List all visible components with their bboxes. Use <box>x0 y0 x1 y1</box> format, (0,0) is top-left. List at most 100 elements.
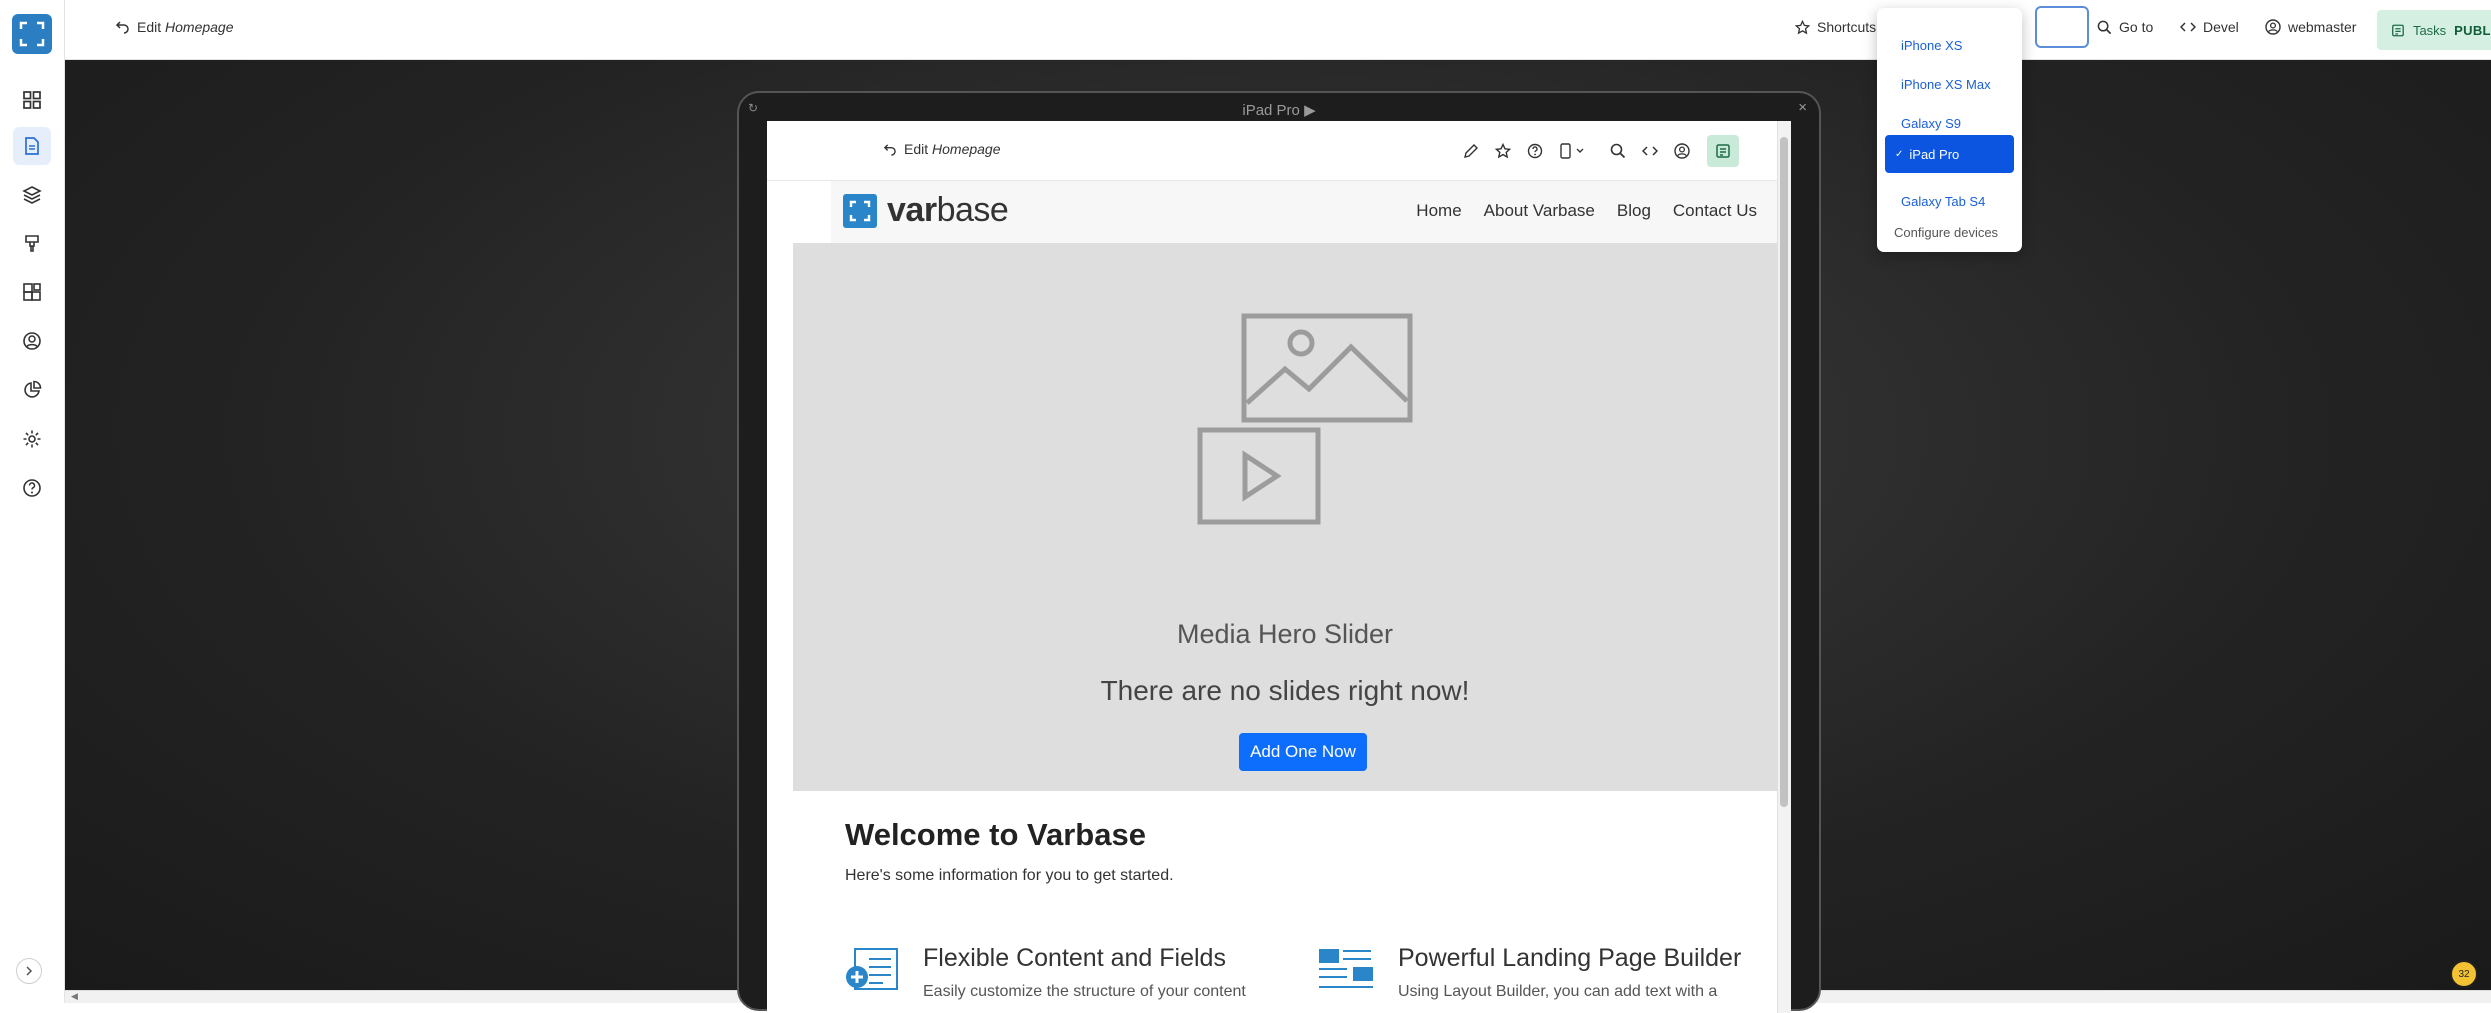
device-title[interactable]: iPad Pro ▶ <box>739 101 1819 119</box>
goto-label: Go to <box>2119 19 2154 35</box>
sidebar-item-structure[interactable] <box>13 176 51 214</box>
notification-badge[interactable]: 32 <box>2450 960 2478 988</box>
sidebar-item-help[interactable] <box>13 469 51 507</box>
device-frame: ↻ iPad Pro ▶ × Edit Homepage varbase Hom… <box>737 91 1821 1013</box>
varbase-logo[interactable] <box>12 14 52 54</box>
structure-icon <box>22 186 42 204</box>
tasks-icon <box>2392 24 2404 36</box>
chevron-right-icon <box>26 966 33 976</box>
brand-name-bold: var <box>887 191 937 229</box>
device-option-iphone-xs[interactable]: iPhone XS <box>1885 26 2014 64</box>
checkmark-icon: ✓ <box>1895 148 1904 160</box>
flexible-content-icon <box>846 948 898 990</box>
back-arrow-icon <box>115 21 129 34</box>
search-icon <box>2097 20 2112 34</box>
tasks-label: Tasks <box>2412 22 2447 38</box>
feature-title-landing: Powerful Landing Page Builder <box>1398 944 1742 972</box>
edit-prefix: Edit <box>137 19 162 35</box>
inner-toolbar: Edit Homepage <box>767 121 1777 181</box>
code-icon <box>2180 22 2196 32</box>
scroll-left-icon[interactable]: ◀ <box>71 991 78 1002</box>
hero-title: Media Hero Slider <box>1176 619 1394 649</box>
configure-devices-link[interactable]: Configure devices <box>1894 225 1998 240</box>
inner-edit-homepage-link[interactable]: Edit Homepage <box>883 141 1001 157</box>
nav-blog[interactable]: Blog <box>1617 201 1651 221</box>
hero-subtitle: There are no slides right now! <box>1100 675 1470 706</box>
help-icon <box>23 479 41 497</box>
add-one-now-button[interactable]: Add One Now <box>1239 733 1367 771</box>
brand-name: varbase <box>887 191 1009 230</box>
device-name: iPad Pro <box>1242 102 1300 119</box>
shortcuts-label: Shortcuts <box>1817 19 1877 35</box>
admin-sidebar <box>0 0 65 1003</box>
reports-icon <box>24 380 42 398</box>
tasks-button[interactable]: Tasks PUBLISHED <box>2377 10 2491 50</box>
feature-desc-landing: Using Layout Builder, you can add text w… <box>1398 983 1718 1000</box>
device-dropdown-menu: iPhone XS iPhone XS Max Galaxy S9 ✓ iPad… <box>1877 8 2022 252</box>
welcome-title: Welcome to Varbase <box>845 817 1146 852</box>
expand-sidebar-button[interactable] <box>16 958 42 984</box>
inner-scroll-thumb[interactable] <box>1780 137 1788 807</box>
sidebar-item-content[interactable] <box>13 127 51 165</box>
appearance-icon <box>25 235 39 252</box>
nav-home[interactable]: Home <box>1416 201 1461 221</box>
dashboard-icon <box>23 91 41 109</box>
edit-homepage-link[interactable]: Edit Homepage <box>115 19 234 35</box>
device-title-arrow-icon: ▶ <box>1304 102 1316 119</box>
sidebar-item-dashboard[interactable] <box>13 81 51 119</box>
publish-status-badge: PUBLISHED <box>2454 22 2491 38</box>
brand-name-light: base <box>936 191 1009 229</box>
pencil-icon[interactable] <box>1459 139 1483 163</box>
star-icon[interactable] <box>1491 139 1515 163</box>
people-icon <box>23 332 41 350</box>
star-icon <box>1795 19 1810 34</box>
sidebar-item-reports[interactable] <box>13 371 51 409</box>
nav-about[interactable]: About Varbase <box>1484 201 1595 221</box>
site-nav-links: Home About Varbase Blog Contact Us <box>1416 201 1757 221</box>
sidebar-item-configuration[interactable] <box>13 420 51 458</box>
device-option-ipad-pro-label: iPad Pro <box>1909 146 1960 162</box>
landing-page-builder-icon <box>1319 949 1373 988</box>
device-toggle-icon[interactable] <box>1557 139 1591 163</box>
devel-label: Devel <box>2203 19 2239 35</box>
back-arrow-icon <box>883 143 896 156</box>
media-hero-slider: Media Hero Slider There are no slides ri… <box>793 243 1777 791</box>
extend-icon <box>23 283 41 301</box>
user-icon <box>2265 19 2281 35</box>
nav-contact[interactable]: Contact Us <box>1673 201 1757 221</box>
user-menu[interactable]: webmaster <box>2265 19 2356 35</box>
username-label: webmaster <box>2288 19 2357 35</box>
device-option-galaxy-tab-s4[interactable]: Galaxy Tab S4 <box>1885 182 2014 220</box>
brand-logo-icon <box>843 193 877 228</box>
inner-vertical-scrollbar[interactable] <box>1777 121 1791 1013</box>
device-option-ipad-pro[interactable]: ✓ iPad Pro <box>1885 135 2014 173</box>
logo-frame-icon <box>19 21 45 47</box>
feature-title-flexible: Flexible Content and Fields <box>923 944 1226 972</box>
device-option-iphone-xs-max[interactable]: iPhone XS Max <box>1885 65 2014 103</box>
welcome-subtitle: Here's some information for you to get s… <box>845 867 1174 884</box>
device-screen: Edit Homepage varbase Home About Varbase… <box>767 121 1791 1013</box>
inner-edit-page: Homepage <box>932 141 1001 157</box>
tasks-icon[interactable] <box>1707 135 1739 167</box>
image-placeholder-icon <box>1241 313 1413 423</box>
sidebar-item-extend[interactable] <box>13 273 51 311</box>
device-selector-button[interactable] <box>2035 6 2089 48</box>
sidebar-item-people[interactable] <box>13 322 51 360</box>
code-icon[interactable] <box>1638 139 1662 163</box>
site-brand[interactable]: varbase <box>843 191 1009 230</box>
feature-desc-flexible: Easily customize the structure of your c… <box>923 983 1246 1000</box>
content-icon <box>25 137 39 155</box>
edit-page-name: Homepage <box>165 19 234 35</box>
close-preview-icon[interactable]: × <box>1798 99 1807 116</box>
site-navbar: varbase Home About Varbase Blog Contact … <box>831 181 1777 243</box>
user-icon[interactable] <box>1670 139 1694 163</box>
top-toolbar: Edit Homepage Shortcuts Go to Devel webm… <box>65 0 2491 60</box>
sidebar-item-appearance[interactable] <box>13 224 51 262</box>
shortcuts-menu[interactable]: Shortcuts <box>1795 19 1876 35</box>
inner-edit-prefix: Edit <box>904 141 929 157</box>
devel-menu[interactable]: Devel <box>2180 19 2239 35</box>
help-icon[interactable] <box>1523 139 1547 163</box>
goto-button[interactable]: Go to <box>2097 19 2153 35</box>
configuration-icon <box>23 430 41 448</box>
search-icon[interactable] <box>1606 139 1630 163</box>
